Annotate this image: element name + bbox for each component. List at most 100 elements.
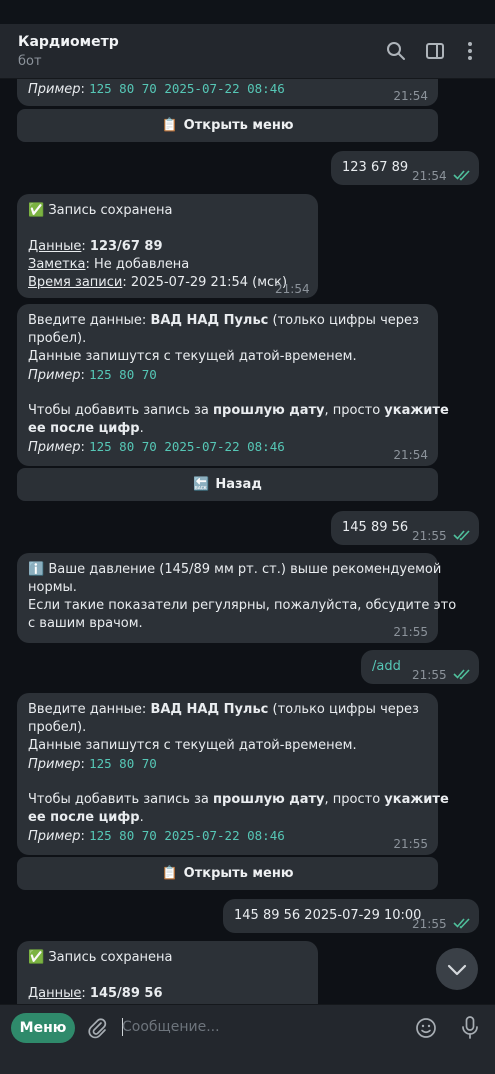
example-colon: : [80,440,85,455]
composer-bar: Меню Сообщение... [0,1004,495,1074]
text: ВАД НАД Пульс [150,313,269,328]
example-value: 125 80 70 [89,756,157,771]
text: с вашим врачом. [28,616,143,631]
chat-history[interactable]: Пример: 125 80 70 2025-07-22 08:46 21:54… [0,79,495,1004]
message-text: 145 89 56 2025-07-29 10:00 [234,908,422,923]
user-message: 123 67 89 21:54 [331,151,479,185]
text: прошлую дату [213,403,325,418]
back-label: Назад [215,477,262,492]
text: нормы. [28,580,77,595]
text: ее после цифр [28,810,140,825]
open-menu-label: Открыть меню [183,866,294,881]
read-checkmarks-icon [453,530,470,541]
message-title: Запись сохранена [48,950,173,965]
message-time: 21:55 [393,837,428,851]
chevron-down-icon [447,964,467,976]
example-label: Пример [28,829,81,844]
text: Чтобы добавить запись за [28,403,214,418]
check-icon: ✅ [28,203,45,218]
data-value: 145/89 56 [89,986,163,1001]
message-time: 21:54 [412,169,447,183]
bot-message: ✅ Запись сохранена Данные: 123/67 89 Зам… [17,194,318,298]
more-vertical-icon[interactable] [459,40,481,62]
bot-message: Введите данные: ВАД НАД Пульс (только ци… [17,693,449,855]
message-time: 21:54 [393,448,428,462]
text: , просто [324,792,385,807]
text: укажите [384,403,449,418]
read-checkmarks-icon [453,918,470,929]
message-time: 21:55 [393,625,428,639]
clipboard-icon: 📋 [161,866,178,881]
example-colon: : [80,82,85,97]
sidebar-toggle-icon[interactable] [424,40,446,62]
attach-icon[interactable] [86,1017,108,1039]
example-label: Пример [28,757,81,772]
text: . [139,421,144,436]
data-sep: : [81,239,90,254]
text: ее после цифр [28,421,140,436]
user-message: 145 89 56 2025-07-29 10:00 21:55 [223,899,479,933]
example-colon: : [80,368,85,383]
message-time: 21:55 [412,529,447,543]
text: (только цифры через [268,313,419,328]
example-value: 125 80 70 2025-07-22 08:46 [89,439,285,454]
info-icon: ℹ️ [28,562,45,577]
message-text: 145 89 56 [342,520,409,535]
check-icon: ✅ [28,950,45,965]
example-label: Пример [28,82,81,97]
data-key: Данные [28,239,82,254]
example-label: Пример [28,368,81,383]
clipboard-icon: 📋 [161,118,178,133]
menu-button[interactable]: Меню [11,1013,75,1043]
note-key: Заметка [28,257,86,272]
text: прошлую дату [213,792,325,807]
text: пробел). [28,331,87,346]
text: укажите [384,792,449,807]
user-message: 145 89 56 21:55 [331,511,479,545]
search-icon[interactable] [385,40,407,62]
text: Введите данные: [28,702,151,717]
back-button[interactable]: 🔙 Назад [17,468,438,501]
data-sep: : [81,986,90,1001]
text: Данные запишутся с текущей датой-времене… [28,349,357,364]
text: , просто [324,403,385,418]
record-time-key: Время записи [28,275,123,290]
message-time: 21:55 [412,668,447,682]
scroll-down-button[interactable] [436,948,478,990]
microphone-icon[interactable] [458,1015,482,1041]
bot-message: Пример: 125 80 70 2025-07-22 08:46 21:54 [17,79,438,106]
message-time: 21:55 [412,917,447,931]
read-checkmarks-icon [453,170,470,181]
text: Ваше давление (145/89 мм рт. ст.) выше р… [48,562,442,577]
user-message: /add 21:55 [361,650,479,684]
example-value: 125 80 70 2025-07-22 08:46 [89,81,285,96]
text: Введите данные: [28,313,151,328]
chat-title: Кардиометр [18,34,119,50]
message-text: /add [372,659,401,674]
back-icon: 🔙 [193,477,210,492]
text: (только цифры через [268,702,419,717]
example-value: 125 80 70 [89,367,157,382]
chat-header[interactable]: Кардиометр бот [0,24,495,79]
record-time-value: : 2025-07-29 21:54 (мск) [122,275,288,290]
data-key: Данные [28,986,82,1001]
text: Чтобы добавить запись за [28,792,214,807]
text: ВАД НАД Пульс [150,702,269,717]
emoji-icon[interactable] [414,1016,438,1040]
open-menu-label: Открыть меню [183,118,294,133]
note-value: : Не добавлена [85,257,190,272]
bot-message: ✅ Запись сохранена Данные: 145/89 56 [17,941,318,1004]
message-input[interactable]: Сообщение... [122,1019,220,1035]
message-time: 21:54 [275,282,310,296]
window-top-strip [0,0,495,24]
text: Данные запишутся с текущей датой-времене… [28,738,357,753]
chat-subtitle: бот [18,54,42,69]
bot-message: ℹ️ Ваше давление (145/89 мм рт. ст.) выш… [17,553,456,643]
example-colon: : [80,829,85,844]
open-menu-button[interactable]: 📋 Открыть меню [17,109,438,142]
text: пробел). [28,720,87,735]
open-menu-button[interactable]: 📋 Открыть меню [17,857,438,890]
message-time: 21:54 [393,89,428,103]
data-value: 123/67 89 [89,239,163,254]
message-text: 123 67 89 [342,160,409,175]
